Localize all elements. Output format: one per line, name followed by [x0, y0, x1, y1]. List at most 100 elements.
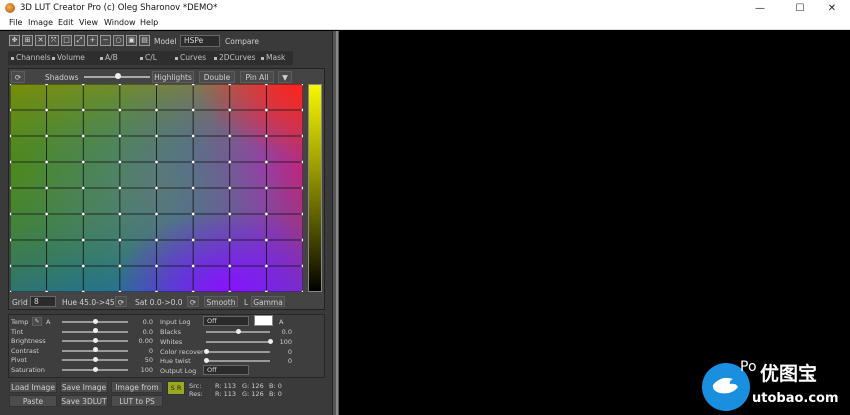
- output-log-dropdown[interactable]: Off: [203, 365, 249, 375]
- model-dropdown[interactable]: HSPe: [180, 35, 220, 47]
- temp-knob[interactable]: [92, 318, 98, 324]
- double-button[interactable]: Double: [199, 71, 235, 83]
- smooth-button[interactable]: Smooth: [204, 296, 238, 307]
- tab-mask[interactable]: Mask: [261, 53, 285, 62]
- grid-node: [227, 212, 232, 216]
- image-from-ps-button[interactable]: Image from PS: [111, 381, 163, 403]
- dropdown-arrow-icon[interactable]: ▼: [278, 71, 292, 83]
- whites-slider[interactable]: [206, 341, 270, 343]
- zoom-in-icon[interactable]: +: [87, 35, 98, 46]
- pivot-knob[interactable]: [92, 356, 98, 362]
- highlights-button[interactable]: Highlights: [152, 71, 194, 83]
- lut-to-ps-button[interactable]: LUT to PS: [111, 395, 163, 407]
- maximize-button[interactable]: ☐: [782, 0, 818, 17]
- grid-node: [301, 186, 303, 190]
- title-bar: 3D LUT Creator Pro (c) Oleg Sharonov *DE…: [0, 0, 850, 17]
- output-log-label: Output Log: [160, 367, 197, 375]
- tab-channels[interactable]: Channels: [11, 53, 51, 62]
- hue-twist-knob[interactable]: [203, 357, 209, 363]
- color-recover-label: Color recover: [160, 348, 204, 356]
- save-image-button[interactable]: Save Image: [60, 381, 108, 393]
- grid-node: [264, 134, 269, 138]
- contrast-knob[interactable]: [92, 347, 98, 353]
- frame-icon[interactable]: ▣: [126, 35, 137, 46]
- sat-reset-icon[interactable]: ⟳: [187, 296, 199, 307]
- cross-icon[interactable]: ✕: [35, 35, 46, 46]
- grid-node: [227, 264, 232, 268]
- square-icon[interactable]: □: [61, 35, 72, 46]
- temp-a-label: A: [46, 318, 51, 326]
- grid-node: [81, 134, 86, 138]
- save-3dlut-button[interactable]: Save 3DLUT: [60, 395, 108, 407]
- grid-node: [81, 84, 86, 86]
- eyedropper-icon[interactable]: ✎: [32, 317, 42, 326]
- menu-view[interactable]: View: [79, 18, 98, 27]
- table-icon[interactable]: ▤: [139, 35, 150, 46]
- watermark-po: Po: [740, 359, 757, 375]
- hue-twist-slider[interactable]: [206, 360, 270, 362]
- window-title: 3D LUT Creator Pro (c) Oleg Sharonov *DE…: [20, 3, 218, 13]
- sat-readout: Sat 0.0->0.0: [135, 298, 183, 307]
- move-icon[interactable]: ✥: [9, 35, 20, 46]
- menu-window[interactable]: Window: [104, 18, 136, 27]
- color-swatch[interactable]: [254, 315, 273, 326]
- tint-knob[interactable]: [92, 328, 98, 334]
- saturation-value: 100: [140, 366, 153, 374]
- grid-node: [264, 186, 269, 190]
- tab-curves[interactable]: Curves: [175, 53, 206, 62]
- watermark: Po 优图宝 utobao.com: [700, 357, 850, 415]
- tab-volume[interactable]: Volume: [52, 53, 85, 62]
- tab-ab[interactable]: A/B: [100, 53, 118, 62]
- color-recover-slider[interactable]: [206, 351, 270, 353]
- pin-all-button[interactable]: Pin All: [240, 71, 274, 83]
- hue-reset-icon[interactable]: ⟳: [115, 296, 127, 307]
- load-image-button[interactable]: Load Image: [9, 381, 57, 393]
- paste-button[interactable]: Paste: [9, 395, 57, 407]
- sr-toggle[interactable]: S R: [167, 381, 185, 395]
- grid-node: [118, 84, 122, 86]
- input-log-dropdown[interactable]: Off: [203, 316, 249, 326]
- menu-image[interactable]: Image: [28, 18, 53, 27]
- grid-node: [301, 264, 303, 268]
- grid-node: [191, 186, 195, 190]
- app-icon: [5, 3, 15, 13]
- minimize-button[interactable]: —: [742, 0, 778, 17]
- hue-readout: Hue 45.0->45.0: [62, 298, 122, 307]
- grid-node: [10, 238, 12, 242]
- shadows-highlights-knob[interactable]: [115, 73, 121, 79]
- compare-label[interactable]: Compare: [225, 37, 259, 46]
- zoom-fit-icon[interactable]: ○: [113, 35, 124, 46]
- zoom-out-icon[interactable]: −: [100, 35, 111, 46]
- grid-icon[interactable]: ⊞: [22, 35, 33, 46]
- tab-2dcurves[interactable]: 2DCurves: [214, 53, 256, 62]
- menu-file[interactable]: File: [9, 18, 22, 27]
- color-recover-knob[interactable]: [203, 348, 209, 354]
- luminance-bar[interactable]: [308, 84, 322, 292]
- grid-node: [154, 212, 159, 216]
- close-button[interactable]: ✕: [814, 0, 850, 17]
- expand-icon[interactable]: ⤧: [48, 35, 59, 46]
- tab-cl[interactable]: C/L: [140, 53, 157, 62]
- grid-node: [44, 84, 49, 86]
- pivot-value: 50: [144, 356, 153, 365]
- grid-node: [154, 84, 159, 86]
- brightness-knob[interactable]: [92, 337, 98, 343]
- grid-size-dropdown[interactable]: 8: [30, 296, 56, 307]
- blacks-knob[interactable]: [235, 328, 241, 334]
- brightness-value: 0.00: [138, 337, 153, 346]
- color-grid[interactable]: [10, 84, 303, 292]
- grid-node: [264, 264, 269, 268]
- src-b: B: 0: [269, 382, 282, 390]
- reset-icon[interactable]: ⟳: [11, 71, 25, 83]
- menu-help[interactable]: Help: [140, 18, 158, 27]
- watermark-url: utobao.com: [752, 391, 839, 406]
- gamma-button[interactable]: Gamma: [251, 296, 285, 307]
- src-label: Src:: [189, 382, 202, 390]
- grid-node: [10, 134, 12, 138]
- menu-edit[interactable]: Edit: [58, 18, 74, 27]
- picker-icon[interactable]: ⤢: [74, 35, 85, 46]
- grid-node: [81, 264, 86, 268]
- saturation-knob[interactable]: [92, 366, 98, 372]
- grid-node: [154, 290, 159, 292]
- shadows-label: Shadows: [45, 73, 79, 82]
